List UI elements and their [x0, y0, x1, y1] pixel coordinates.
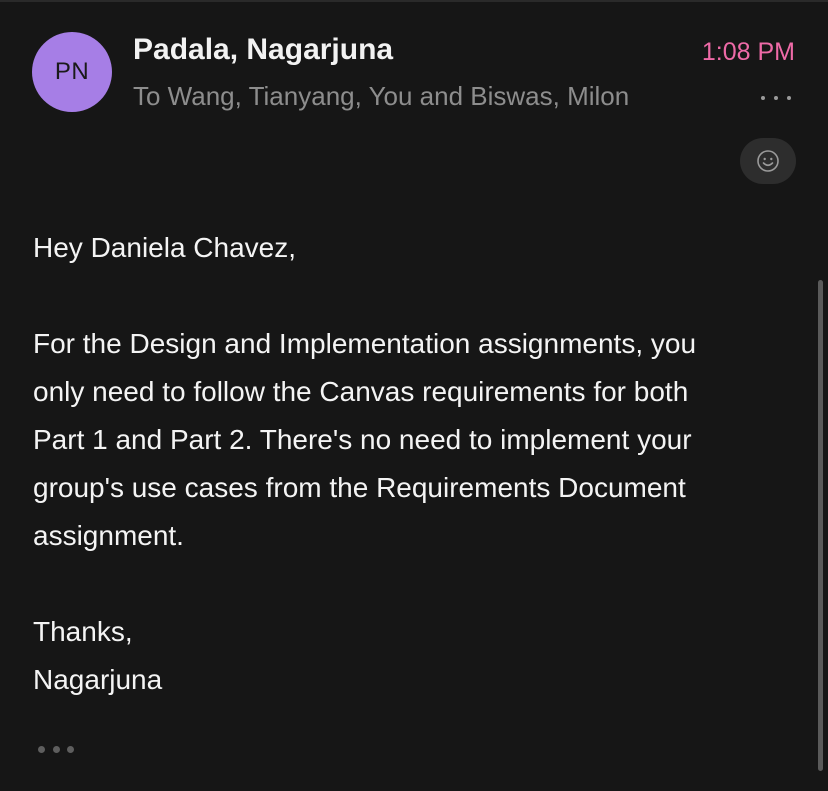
signoff: Thanks, [33, 616, 133, 647]
add-reaction-button[interactable] [740, 138, 796, 184]
smiley-face-icon [757, 150, 779, 172]
sender-name[interactable]: Padala, Nagarjuna [133, 33, 393, 67]
more-options-button[interactable] [761, 88, 791, 108]
scrollbar[interactable] [818, 280, 823, 771]
more-horizontal-icon [38, 745, 45, 753]
signature: Nagarjuna [33, 664, 163, 695]
greeting: Hey Daniela Chavez, [33, 232, 297, 263]
avatar[interactable]: PN [32, 32, 112, 112]
body-line: For the Design and Implementation assign… [33, 328, 697, 359]
show-quoted-text-button[interactable] [38, 740, 74, 758]
body-line: assignment. [33, 520, 184, 551]
message-body: Hey Daniela Chavez, For the Design and I… [33, 224, 803, 704]
body-line: group's use cases from the Requirements … [33, 472, 686, 503]
top-divider [0, 0, 828, 2]
more-horizontal-icon [761, 96, 765, 100]
body-line: only need to follow the Canvas requireme… [33, 376, 689, 407]
recipients-line[interactable]: To Wang, Tianyang, You and Biswas, Milon [133, 81, 629, 112]
body-line: Part 1 and Part 2. There's no need to im… [33, 424, 692, 455]
avatar-initials: PN [54, 58, 90, 85]
message-time: 1:08 PM [701, 38, 795, 66]
